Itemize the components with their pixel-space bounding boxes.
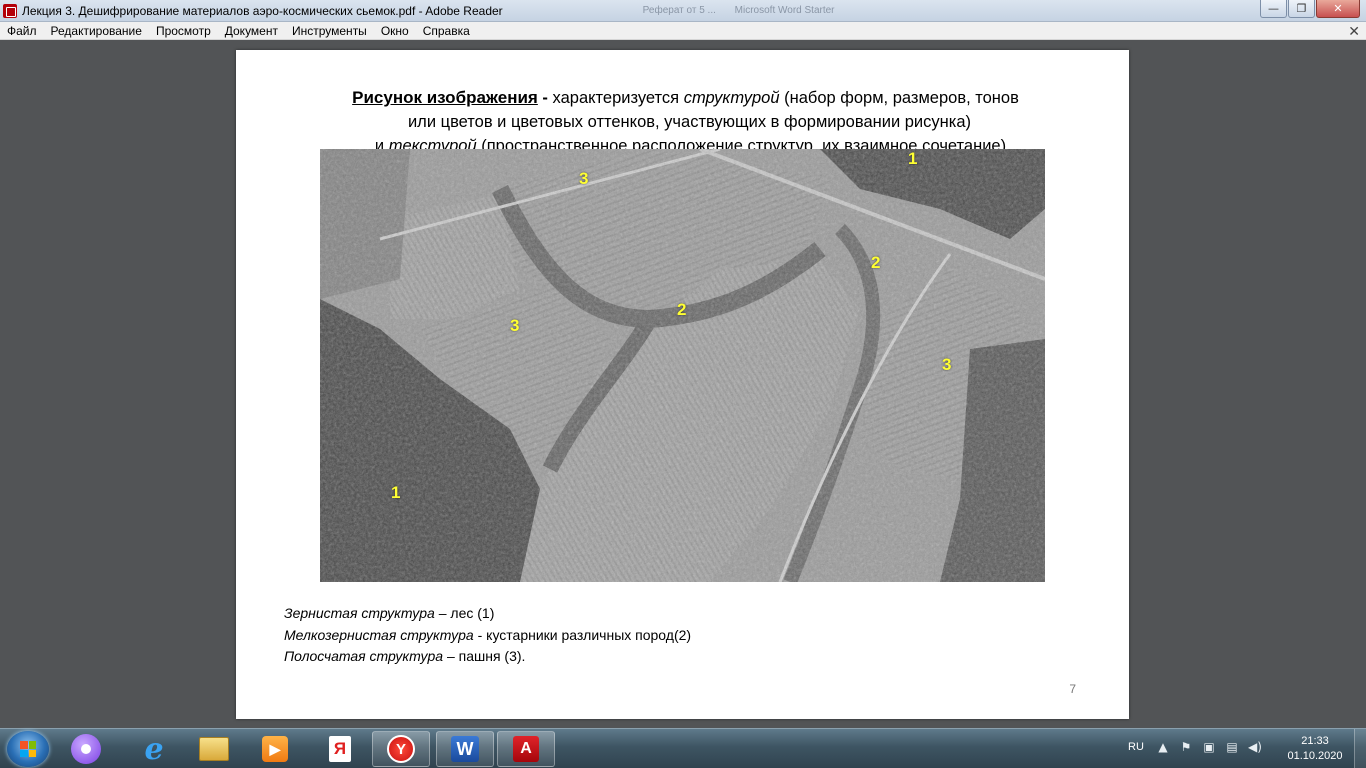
action-center-flag-icon[interactable]: ⚑ bbox=[1179, 740, 1193, 754]
legend-desc: – пашня (3). bbox=[443, 648, 526, 664]
legend-desc: – лес (1) bbox=[434, 605, 495, 621]
aerial-photo: 1 3 2 2 3 3 1 bbox=[320, 149, 1045, 582]
start-button[interactable] bbox=[7, 731, 49, 767]
clock[interactable]: 21:33 01.10.2020 bbox=[1280, 734, 1350, 764]
taskbar: e ▶ Я Y W A RU ▲ ⚑ ▣ ▤ ◀) 21:33 01.10.20… bbox=[0, 728, 1366, 768]
media-player-icon: ▶ bbox=[262, 736, 288, 762]
legend-item: Мелкозернистая структура - кустарники ра… bbox=[284, 625, 691, 647]
close-button[interactable]: ✕ bbox=[1316, 0, 1360, 18]
aerial-photo-image bbox=[320, 149, 1045, 582]
legend-item: Полосчатая структура – пашня (3). bbox=[284, 646, 691, 668]
map-label-shrub: 2 bbox=[677, 300, 687, 319]
ghost-tab: Microsoft Word Starter bbox=[734, 5, 835, 16]
heading-lead: Рисунок изображения bbox=[352, 88, 538, 107]
tray-icons: ▲ ⚑ ▣ ▤ ◀) bbox=[1156, 740, 1262, 754]
map-label-field: 3 bbox=[579, 169, 589, 188]
menu-document[interactable]: Документ bbox=[218, 24, 285, 38]
pdf-page: Рисунок изображения - характеризуется ст… bbox=[236, 50, 1129, 719]
adobe-reader-app-icon bbox=[3, 3, 17, 18]
minimize-button[interactable]: — bbox=[1260, 0, 1287, 18]
word-icon: W bbox=[451, 736, 479, 762]
slide-heading: Рисунок изображения - характеризуется ст… bbox=[236, 86, 1129, 158]
taskbar-yandex[interactable]: Я bbox=[311, 731, 369, 767]
legend-item: Зернистая структура – лес (1) bbox=[284, 603, 691, 625]
yandex-browser-icon: Y bbox=[387, 735, 415, 763]
menu-edit[interactable]: Редактирование bbox=[44, 24, 149, 38]
maximize-button[interactable]: ❐ bbox=[1288, 0, 1315, 18]
taskbar-yandex-browser[interactable]: Y bbox=[372, 731, 430, 767]
heading-dash: - bbox=[537, 89, 548, 107]
menu-window[interactable]: Окно bbox=[374, 24, 416, 38]
map-label-field: 3 bbox=[510, 316, 520, 335]
taskbar-alice[interactable] bbox=[57, 731, 115, 767]
legend-term: Мелкозернистая структура bbox=[284, 626, 474, 643]
menu-help[interactable]: Справка bbox=[416, 24, 477, 38]
legend: Зернистая структура – лес (1) Мелкозерни… bbox=[284, 603, 691, 668]
windows-logo-icon bbox=[20, 741, 36, 757]
language-indicator[interactable]: RU bbox=[1128, 741, 1144, 753]
internet-explorer-icon: e bbox=[144, 731, 164, 767]
adobe-reader-icon: A bbox=[513, 736, 539, 762]
taskbar-word[interactable]: W bbox=[436, 731, 494, 767]
heading-line-1: Рисунок изображения - характеризуется ст… bbox=[236, 86, 1129, 110]
menu-tools[interactable]: Инструменты bbox=[285, 24, 374, 38]
show-hidden-icons-icon[interactable]: ▲ bbox=[1156, 740, 1170, 754]
clock-date: 01.10.2020 bbox=[1287, 750, 1343, 762]
window-title: Лекция 3. Дешифрирование материалов аэро… bbox=[22, 3, 503, 18]
taskbar-adobe-reader[interactable]: A bbox=[497, 731, 555, 767]
legend-desc: - кустарники различных пород(2) bbox=[473, 626, 692, 643]
title-bar: Лекция 3. Дешифрирование материалов аэро… bbox=[0, 0, 1366, 22]
ghost-tab: Реферат от 5 ... bbox=[642, 5, 716, 16]
yandex-icon: Я bbox=[329, 736, 351, 762]
document-viewport[interactable]: Рисунок изображения - характеризуется ст… bbox=[0, 40, 1366, 728]
clock-time: 21:33 bbox=[1301, 735, 1329, 747]
file-explorer-icon bbox=[199, 737, 229, 761]
map-label-forest: 1 bbox=[391, 483, 401, 502]
taskbar-internet-explorer[interactable]: e bbox=[125, 731, 183, 767]
legend-term: Полосчатая структура bbox=[284, 648, 444, 664]
page-number: 7 bbox=[1069, 682, 1076, 696]
legend-term: Зернистая структура bbox=[284, 605, 435, 621]
map-label-field: 3 bbox=[942, 355, 952, 374]
taskbar-file-explorer[interactable] bbox=[185, 731, 243, 767]
close-document-icon[interactable]: ✕ bbox=[1348, 23, 1360, 40]
menu-file[interactable]: Файл bbox=[0, 24, 44, 38]
heading-line-2: или цветов и цветовых оттенков, участвую… bbox=[407, 113, 972, 131]
device-icon[interactable]: ▣ bbox=[1202, 740, 1216, 754]
map-label-shrub: 2 bbox=[871, 253, 881, 272]
show-desktop-button[interactable] bbox=[1354, 729, 1366, 768]
taskbar-media-player[interactable]: ▶ bbox=[246, 731, 304, 767]
network-icon[interactable]: ▤ bbox=[1225, 740, 1239, 754]
menu-view[interactable]: Просмотр bbox=[149, 24, 218, 38]
window-controls: — ❐ ✕ bbox=[1260, 0, 1360, 18]
alice-icon bbox=[71, 734, 101, 764]
volume-icon[interactable]: ◀) bbox=[1248, 740, 1262, 754]
title-ghost-tabs: Реферат от 5 ... Microsoft Word Starter bbox=[643, 5, 851, 16]
map-label-forest: 1 bbox=[908, 149, 918, 168]
heading-structure-word: структурой bbox=[683, 89, 780, 107]
menu-bar: Файл Редактирование Просмотр Документ Ин… bbox=[0, 22, 1366, 40]
heading-text: характеризуется bbox=[547, 89, 684, 107]
heading-text: (набор форм, размеров, тонов bbox=[779, 89, 1019, 107]
